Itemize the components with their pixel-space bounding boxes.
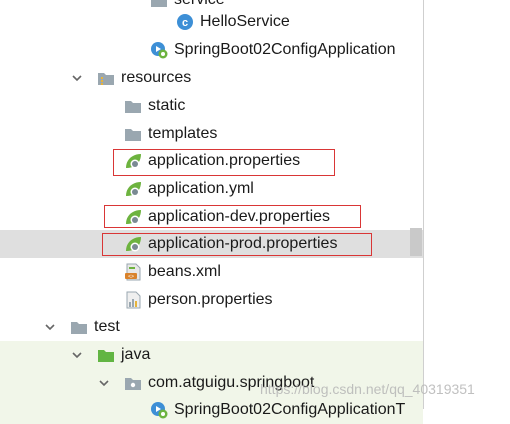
- tree-row-helloservice[interactable]: c HelloService: [0, 8, 423, 36]
- tree-label: beans.xml: [148, 263, 221, 280]
- tree-label: application-prod.properties: [148, 235, 338, 252]
- project-tree: service c HelloService SpringBoot02Confi…: [0, 0, 423, 424]
- chevron-down-icon[interactable]: [44, 321, 56, 333]
- tree-row-beans-xml[interactable]: <> beans.xml: [0, 258, 423, 286]
- xml-file-icon: <>: [124, 263, 142, 281]
- tree-label: java: [121, 346, 151, 363]
- tree-label: SpringBoot02ConfigApplication: [174, 41, 396, 58]
- watermark: https://blog.csdn.net/qq_40319351: [260, 381, 475, 397]
- tree-label: HelloService: [200, 13, 290, 30]
- tree-label: application.yml: [148, 180, 254, 197]
- folder-icon: [124, 125, 142, 143]
- tree-row-test[interactable]: test: [0, 313, 423, 341]
- package-icon: [124, 374, 142, 392]
- chevron-down-icon[interactable]: [71, 72, 83, 84]
- tree-row-person-properties[interactable]: person.properties: [0, 286, 423, 314]
- tree-row-application-yml[interactable]: application.yml: [0, 175, 423, 203]
- tree-label: application.properties: [148, 152, 301, 169]
- resources-folder-icon: [97, 69, 115, 87]
- spring-boot-app-icon: [150, 41, 168, 59]
- chevron-down-icon[interactable]: [71, 349, 83, 361]
- tree-label: test: [94, 318, 120, 335]
- spring-properties-icon: [124, 180, 142, 198]
- tree-row-java[interactable]: java: [0, 341, 423, 369]
- tree-row-application-properties[interactable]: application.properties: [0, 147, 423, 175]
- svg-text:c: c: [182, 17, 188, 29]
- tree-row-static[interactable]: static: [0, 92, 423, 120]
- svg-text:<>: <>: [128, 274, 134, 280]
- tree-label: resources: [121, 69, 192, 86]
- folder-icon: [124, 97, 142, 115]
- tree-label: SpringBoot02ConfigApplicationT: [174, 401, 406, 418]
- tree-label: application-dev.properties: [148, 208, 331, 225]
- chevron-down-icon[interactable]: [98, 377, 110, 389]
- class-icon: c: [176, 13, 194, 31]
- scrollbar-thumb[interactable]: [410, 228, 422, 256]
- tree-row-application-prod-properties[interactable]: application-prod.properties: [0, 230, 423, 258]
- spring-properties-icon: [124, 235, 142, 253]
- editor-pane: [424, 0, 510, 409]
- tree-label: person.properties: [148, 291, 273, 308]
- test-source-folder-icon: [97, 346, 115, 364]
- tree-row-springboot-app[interactable]: SpringBoot02ConfigApplication: [0, 36, 423, 64]
- tree-row-resources[interactable]: resources: [0, 64, 423, 92]
- tree-label: templates: [148, 125, 218, 142]
- tree-row-templates[interactable]: templates: [0, 120, 423, 148]
- folder-icon: [70, 318, 88, 336]
- properties-file-icon: [124, 291, 142, 309]
- spring-boot-app-icon: [150, 401, 168, 419]
- tree-label: static: [148, 97, 186, 114]
- tree-row-application-dev-properties[interactable]: application-dev.properties: [0, 203, 423, 231]
- spring-properties-icon: [124, 208, 142, 226]
- spring-properties-icon: [124, 152, 142, 170]
- tree-row-springboot-app-test[interactable]: SpringBoot02ConfigApplicationT: [0, 396, 423, 424]
